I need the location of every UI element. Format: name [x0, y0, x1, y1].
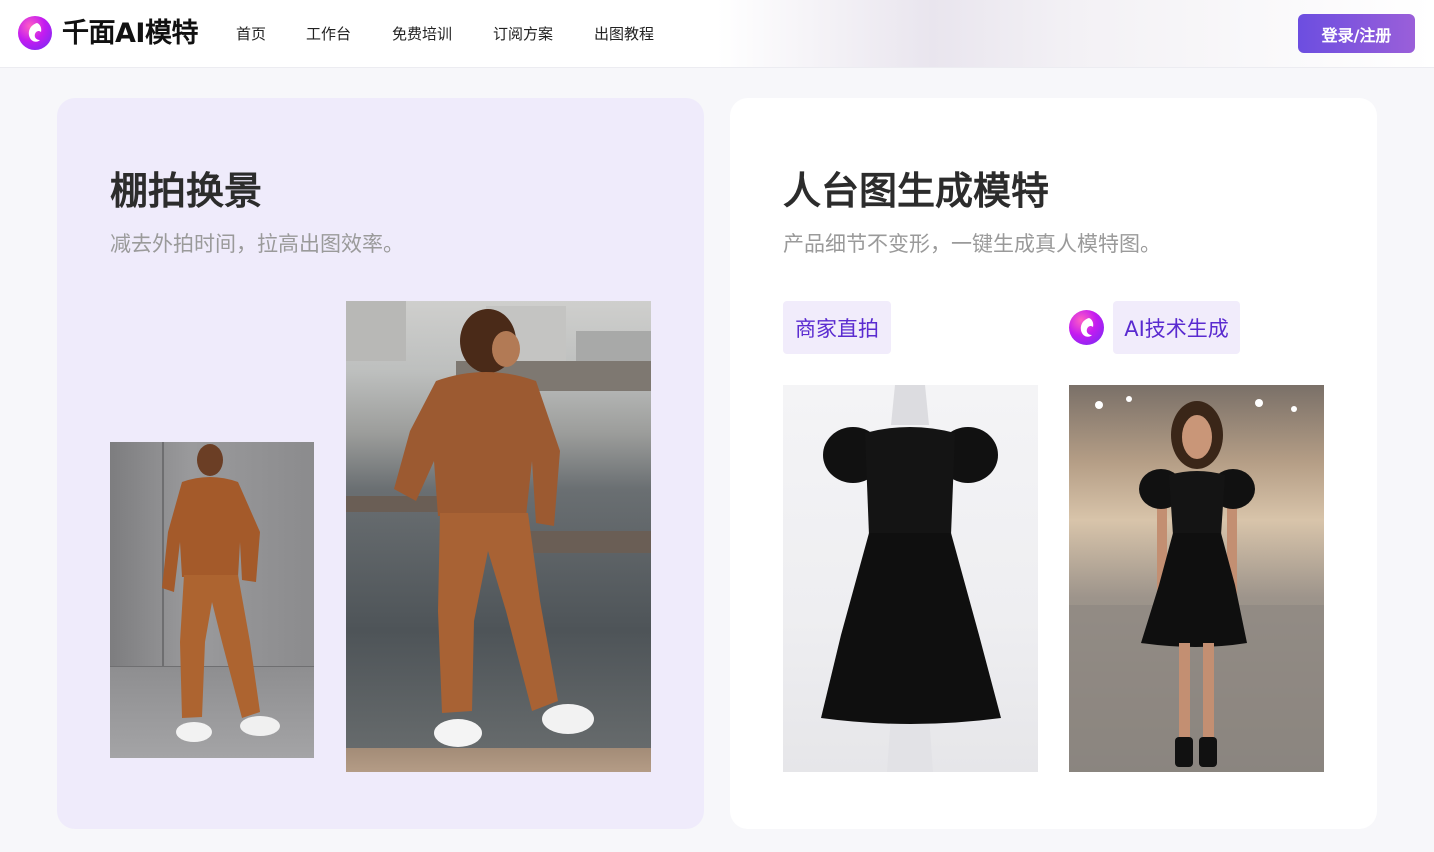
- model-figure-illustration: [162, 444, 280, 742]
- card-subtitle: 减去外拍时间，拉高出图效率。: [110, 232, 404, 256]
- top-header: 千面AI模特 首页 工作台 免费培训 订阅方案 出图教程 登录/注册: [0, 0, 1434, 68]
- runway-model-illustration: [1069, 396, 1324, 772]
- brand-name[interactable]: 千面AI模特: [62, 15, 198, 53]
- card-title: 人台图生成模特: [783, 169, 1050, 213]
- nav-home[interactable]: 首页: [236, 0, 266, 68]
- runway-model-photo: [1069, 385, 1324, 772]
- waterfront-photo: [346, 301, 651, 772]
- ai-generated-tag: AI技术生成: [1113, 301, 1240, 354]
- brand-face-icon[interactable]: [18, 16, 52, 50]
- card-title: 棚拍换景: [110, 169, 263, 213]
- merchant-shot-tag: 商家直拍: [783, 301, 891, 354]
- nav-free-training[interactable]: 免费培训: [392, 0, 452, 68]
- nav-tutorials[interactable]: 出图教程: [594, 0, 654, 68]
- studio-scene-card: 棚拍换景 减去外拍时间，拉高出图效率。: [57, 98, 704, 829]
- mannequin-photo: [783, 385, 1038, 772]
- card-subtitle: 产品细节不变形，一键生成真人模特图。: [783, 232, 1161, 256]
- login-register-button[interactable]: 登录/注册: [1298, 14, 1415, 53]
- mannequin-to-model-card: 人台图生成模特 产品细节不变形，一键生成真人模特图。 商家直拍 AI技术生成: [730, 98, 1377, 829]
- nav-workbench[interactable]: 工作台: [306, 0, 351, 68]
- black-dress-illustration: [821, 385, 1001, 772]
- studio-photo: [110, 442, 314, 758]
- model-figure-illustration: [394, 309, 594, 747]
- brand-face-icon: [1069, 310, 1104, 345]
- nav-subscription-plans[interactable]: 订阅方案: [493, 0, 553, 68]
